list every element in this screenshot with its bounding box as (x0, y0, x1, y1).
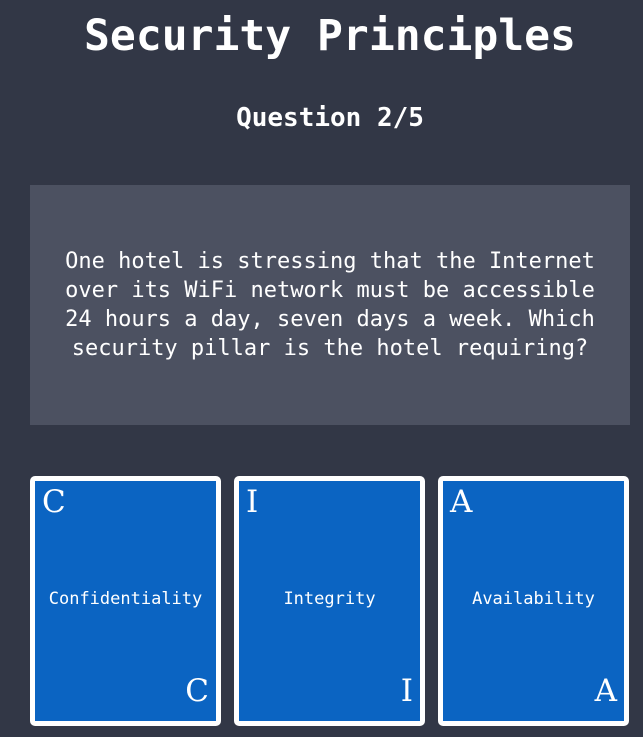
question-counter: Question 2/5 (236, 103, 424, 133)
question-box: One hotel is stressing that the Internet… (30, 185, 630, 425)
answer-options: C Confidentiality C I Integrity I A Avai… (30, 476, 630, 726)
question-text: One hotel is stressing that the Internet… (65, 249, 595, 361)
card-corner-letter-top: A (450, 484, 473, 520)
card-label: Confidentiality (48, 589, 203, 609)
card-corner-letter-top: I (246, 484, 259, 520)
page-title: Security Principles (84, 11, 576, 61)
card-corner-letter-bottom: I (400, 673, 413, 709)
answer-card-integrity[interactable]: I Integrity I (234, 476, 425, 726)
answer-card-confidentiality[interactable]: C Confidentiality C (30, 476, 221, 726)
card-label: Availability (472, 589, 595, 609)
card-corner-letter-bottom: A (594, 673, 617, 709)
card-corner-letter-bottom: C (185, 673, 209, 709)
card-label: Integrity (283, 589, 376, 609)
answer-card-availability[interactable]: A Availability A (438, 476, 629, 726)
card-corner-letter-top: C (42, 484, 66, 520)
